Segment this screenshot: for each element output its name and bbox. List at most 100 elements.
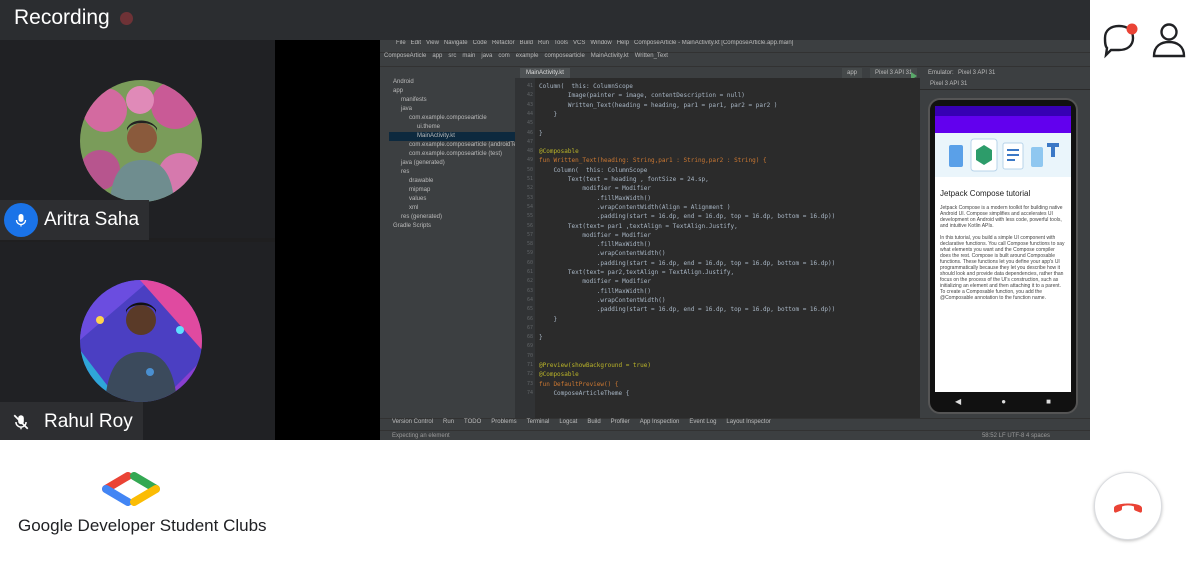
code-line: @Preview(showBackground = true)	[539, 362, 651, 369]
project-tree-item[interactable]: ui.theme	[389, 123, 515, 132]
code-line: .fillMaxWidth()	[539, 194, 651, 202]
breadcrumb-item[interactable]: src	[448, 53, 456, 59]
line-number: 73	[526, 380, 533, 387]
back-icon[interactable]: ◀	[955, 397, 961, 406]
tool-window-tab[interactable]: App Inspection	[640, 419, 680, 425]
tool-window-tab[interactable]: Terminal	[527, 419, 550, 425]
breadcrumb-item[interactable]: Written_Text	[635, 53, 668, 59]
breadcrumb-item[interactable]: main	[462, 53, 475, 59]
chat-icon[interactable]	[1099, 20, 1139, 60]
project-tree-item[interactable]: values	[389, 195, 515, 204]
run-icon[interactable]	[910, 68, 918, 80]
project-tree-item[interactable]: com.example.composearticle	[389, 114, 515, 123]
breadcrumb-item[interactable]: ComposeArticle	[384, 53, 426, 59]
ide-menu-item[interactable]: Run	[538, 40, 549, 46]
tool-window-tab[interactable]: Layout Inspector	[726, 419, 770, 425]
breadcrumb-item[interactable]: MainActivity.kt	[591, 53, 629, 59]
cursor-position: 58:52 LF UTF-8 4 spaces	[981, 433, 1050, 439]
ide-menu-item[interactable]: VCS	[573, 40, 585, 46]
project-tree-item[interactable]: mipmap	[389, 186, 515, 195]
editor-tab[interactable]: MainActivity.kt	[520, 68, 570, 78]
breadcrumb-item[interactable]: example	[516, 53, 539, 59]
tool-window-tab[interactable]: TODO	[464, 419, 481, 425]
project-tree-item[interactable]: drawable	[389, 177, 515, 186]
project-tree-item[interactable]: xml	[389, 204, 515, 213]
code-line: }	[539, 334, 543, 342]
code-line: Column( this: ColumnScope	[539, 83, 633, 90]
gdsc-logo-icon	[98, 472, 164, 506]
ide-menu-item[interactable]: Window	[590, 40, 611, 46]
tool-window-tab[interactable]: Build	[587, 419, 600, 425]
line-number: 44	[526, 110, 533, 117]
code-line: .fillMaxWidth()	[539, 287, 651, 295]
ide-menu-item[interactable]: Refactor	[492, 40, 515, 46]
breadcrumb-item[interactable]: com	[498, 53, 509, 59]
line-number: 55	[526, 213, 533, 220]
participant-tile[interactable]: Aritra Saha	[0, 40, 275, 240]
breadcrumb-item[interactable]: java	[481, 53, 492, 59]
emulator-tab[interactable]: Pixel 3 API 31	[920, 78, 1090, 90]
line-number: 70	[526, 352, 533, 359]
breadcrumb-item[interactable]: app	[432, 53, 442, 59]
ide-menu-item[interactable]: Navigate	[444, 40, 468, 46]
ide-menu-bar: File Edit View Navigate Code Refactor Build Run…	[380, 40, 1090, 52]
code-line: modifier = Modifier	[539, 231, 651, 239]
ide-menu-item[interactable]: Help	[617, 40, 629, 46]
code-line: Column( this: ColumnScope	[539, 166, 648, 174]
line-number: 69	[526, 343, 533, 350]
run-config-select[interactable]: app	[842, 68, 863, 78]
tool-window-tab[interactable]: Event Log	[689, 419, 716, 425]
code-editor[interactable]: Column( this: ColumnScope Image(painter …	[535, 78, 920, 418]
participant-nametag: Aritra Saha	[0, 200, 150, 240]
tool-window-tab[interactable]: Profiler	[611, 419, 630, 425]
ide-menu-item[interactable]: ComposeArticle - MainActivity.kt [Compos…	[634, 40, 793, 46]
tool-window-tab[interactable]: Run	[443, 419, 454, 425]
project-tree-item[interactable]: Android	[389, 78, 515, 87]
code-line: Written_Text(heading = heading, par1 = p…	[539, 101, 778, 109]
recents-icon[interactable]: ■	[1046, 397, 1051, 406]
breadcrumb-item[interactable]: composearticle	[544, 53, 584, 59]
project-tree-item[interactable]: java	[389, 105, 515, 114]
microphone-icon	[4, 203, 38, 237]
project-tree-item[interactable]: res (generated)	[389, 213, 515, 222]
project-tree-item[interactable]: res	[389, 168, 515, 177]
project-tree-item[interactable]: com.example.composearticle (androidTest)	[389, 141, 523, 150]
code-line: @Composable	[539, 148, 579, 156]
profile-icon[interactable]	[1150, 20, 1190, 60]
ide-menu-item[interactable]: Tools	[554, 40, 568, 46]
tool-window-tab[interactable]: Version Control	[392, 419, 433, 425]
home-icon[interactable]: ●	[1001, 397, 1006, 406]
phone-article-title: Jetpack Compose tutorial	[940, 189, 1031, 198]
avatar	[80, 80, 202, 202]
meeting-app: Recording Aritra Saha Rahul Roy File Edi…	[0, 0, 1200, 568]
project-tree-item[interactable]: com.example.composearticle (test)	[389, 150, 515, 159]
code-line: }	[539, 315, 558, 323]
leave-call-button[interactable]	[1094, 472, 1162, 540]
phone-paragraph: Jetpack Compose is a modern toolkit for …	[940, 205, 1063, 229]
tool-window-tab[interactable]: Logcat	[559, 419, 577, 425]
emulator-device[interactable]: Pixel 3 API 31	[958, 68, 995, 78]
participant-name: Rahul Roy	[44, 411, 133, 432]
ide-menu-item[interactable]: Edit	[411, 40, 421, 46]
participant-tile[interactable]: Rahul Roy	[0, 242, 275, 442]
project-tree-item[interactable]: app	[389, 87, 515, 96]
ide-menu-item[interactable]: File	[396, 40, 406, 46]
line-number: 43	[526, 101, 533, 108]
line-number: 51	[526, 176, 533, 182]
line-number: 59	[526, 250, 533, 257]
ide-menu-item[interactable]: Code	[473, 40, 487, 46]
code-line: Text(text= par1 ,textAlign = TextAlign.J…	[539, 222, 738, 230]
line-number: 65	[526, 306, 533, 313]
project-tree-item[interactable]: Gradle Scripts	[389, 222, 515, 231]
code-line: ComposeArticleTheme {	[539, 389, 630, 397]
project-tree-item[interactable]: manifests	[389, 96, 515, 105]
line-number: 56	[526, 222, 533, 229]
ide-menu-item[interactable]: View	[426, 40, 439, 46]
phone-nav-bar: ◀ ● ■	[935, 392, 1071, 410]
code-line: .fillMaxWidth()	[539, 241, 651, 249]
ide-menu-item[interactable]: Build	[520, 40, 533, 46]
tool-window-tab[interactable]: Problems	[491, 419, 516, 425]
project-tree-item[interactable]: MainActivity.kt	[389, 132, 515, 141]
phone-screen[interactable]: Jetpack Compose tutorial Jetpack Compose…	[935, 106, 1071, 392]
project-tree-item[interactable]: java (generated)	[389, 159, 515, 168]
